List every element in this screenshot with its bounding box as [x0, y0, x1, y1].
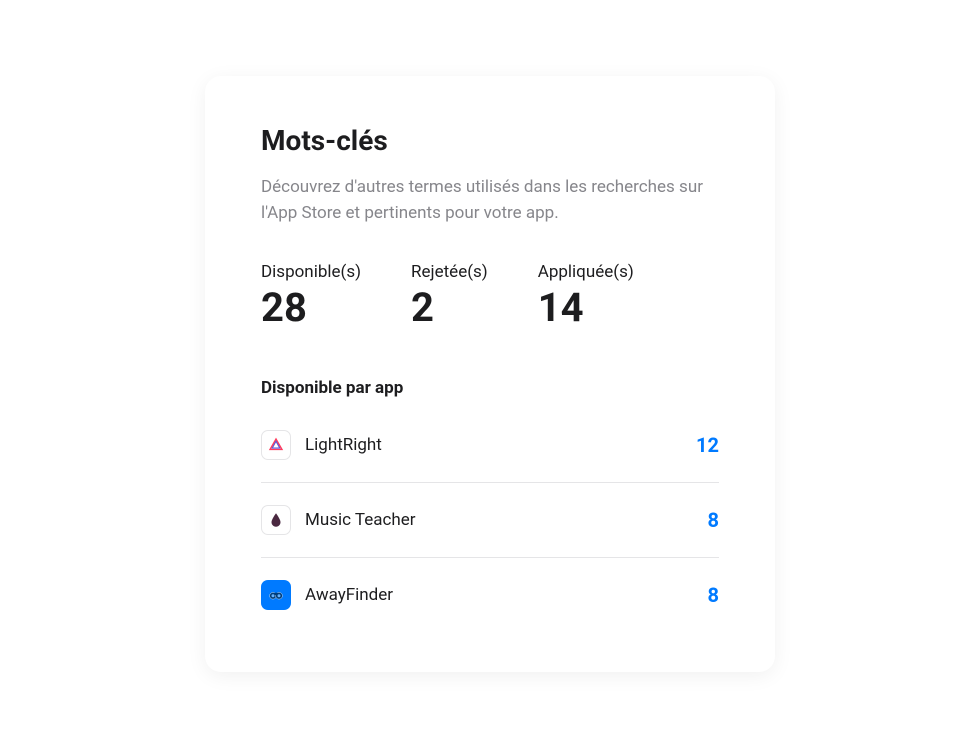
app-name: AwayFinder — [305, 585, 708, 605]
app-icon-musicteacher — [261, 505, 291, 535]
app-count: 12 — [696, 433, 719, 457]
stat-rejected: Rejetée(s) 2 — [411, 262, 488, 330]
section-title: Disponible par app — [261, 378, 719, 398]
stat-available-label: Disponible(s) — [261, 262, 361, 282]
stat-applied: Appliquée(s) 14 — [538, 262, 634, 330]
app-name: Music Teacher — [305, 510, 708, 530]
app-list: LightRight 12 Music Teacher 8 — [261, 422, 719, 632]
keywords-card: Mots-clés Découvrez d'autres termes util… — [205, 76, 775, 672]
drop-icon — [267, 511, 285, 529]
app-icon-awayfinder — [261, 580, 291, 610]
stat-applied-value: 14 — [538, 286, 634, 330]
app-row-musicteacher[interactable]: Music Teacher 8 — [261, 483, 719, 558]
stats-row: Disponible(s) 28 Rejetée(s) 2 Appliquée(… — [261, 262, 719, 330]
card-title: Mots-clés — [261, 124, 719, 157]
app-row-awayfinder[interactable]: AwayFinder 8 — [261, 558, 719, 632]
binoculars-icon — [267, 586, 285, 604]
stat-available-value: 28 — [261, 286, 361, 330]
stat-rejected-value: 2 — [411, 286, 488, 330]
app-icon-lightright — [261, 430, 291, 460]
app-row-lightright[interactable]: LightRight 12 — [261, 422, 719, 483]
triangle-icon — [267, 436, 285, 454]
app-name: LightRight — [305, 435, 696, 455]
card-description: Découvrez d'autres termes utilisés dans … — [261, 175, 719, 226]
stat-applied-label: Appliquée(s) — [538, 262, 634, 282]
stat-rejected-label: Rejetée(s) — [411, 262, 488, 282]
app-count: 8 — [708, 508, 719, 532]
app-count: 8 — [708, 583, 719, 607]
stat-available: Disponible(s) 28 — [261, 262, 361, 330]
